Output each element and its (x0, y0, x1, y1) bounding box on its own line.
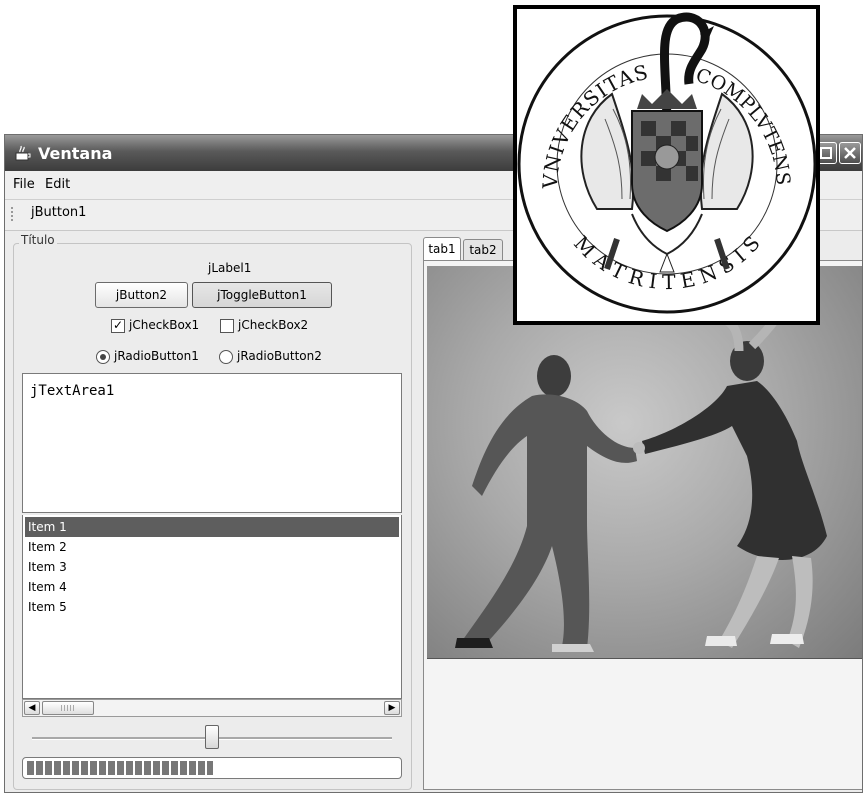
radio-selected-dot (100, 354, 106, 360)
list-item[interactable]: Item 4 (25, 577, 399, 597)
button[interactable]: jButton2 (95, 282, 188, 308)
toggle-button[interactable]: jToggleButton1 (192, 282, 332, 308)
window-title: Ventana (38, 144, 113, 163)
text-area-content: jTextArea1 (30, 383, 115, 399)
radio-button-2[interactable] (219, 350, 233, 364)
toolbar-button[interactable]: jButton1 (21, 202, 96, 223)
ucm-seal-logo: VNIVERSITAS COMPLVTENSIS M A T R I T E N… (510, 0, 817, 314)
text-area[interactable]: jTextArea1 (22, 373, 402, 513)
scroll-thumb[interactable] (42, 701, 94, 715)
slider-thumb[interactable] (205, 725, 219, 749)
scroll-left-button[interactable]: ◀ (24, 701, 40, 715)
tab-1[interactable]: tab1 (423, 237, 461, 261)
menu-file[interactable]: File (13, 177, 35, 192)
toolbar-grip[interactable] (11, 207, 13, 223)
checkmark-icon: ✓ (113, 318, 124, 332)
checkbox-1-label[interactable]: jCheckBox1 (129, 318, 199, 332)
close-icon (844, 147, 856, 159)
scroll-right-button[interactable]: ▶ (384, 701, 400, 715)
grip-icon (61, 705, 75, 711)
close-button[interactable] (839, 142, 861, 164)
radio-button-1-label[interactable]: jRadioButton1 (114, 349, 199, 363)
tab-content (423, 260, 862, 790)
radio-button-2-label[interactable]: jRadioButton2 (237, 349, 322, 363)
university-seal: VNIVERSITAS COMPLVTENSIS M A T R I T E N… (510, 0, 820, 325)
menu-edit[interactable]: Edit (45, 177, 70, 192)
java-icon (15, 145, 31, 161)
label: jLabel1 (208, 261, 252, 275)
horizontal-scrollbar[interactable]: ◀ ▶ (22, 699, 402, 717)
chevron-right-icon: ▶ (388, 703, 396, 713)
chevron-left-icon: ◀ (28, 703, 36, 713)
checkbox-2[interactable] (220, 319, 234, 333)
list-item[interactable]: Item 1 (25, 517, 399, 537)
item-list[interactable]: Item 1 Item 2 Item 3 Item 4 Item 5 (22, 515, 402, 699)
list-item[interactable]: Item 5 (25, 597, 399, 617)
panel-title: Título (19, 233, 57, 247)
progress-bar (22, 757, 402, 779)
list-item[interactable]: Item 3 (25, 557, 399, 577)
checkbox-2-label[interactable]: jCheckBox2 (238, 318, 308, 332)
progress-fill (27, 761, 213, 775)
photo-floor-line (427, 658, 862, 659)
tab-2[interactable]: tab2 (463, 239, 503, 261)
list-item[interactable]: Item 2 (25, 537, 399, 557)
